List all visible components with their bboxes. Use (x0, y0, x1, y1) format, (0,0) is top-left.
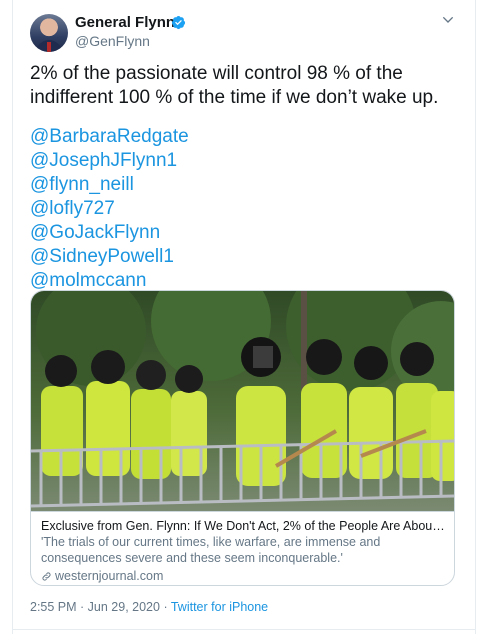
card-image[interactable] (31, 291, 455, 511)
meta-separator: · (159, 600, 171, 614)
mention-link[interactable]: @BarbaraRedgate (30, 125, 330, 149)
mention-link[interactable]: @flynn_neill (30, 173, 330, 197)
meta-separator: · (76, 600, 88, 614)
user-handle[interactable]: @GenFlynn (75, 33, 150, 49)
mention-link[interactable]: @lofly727 (30, 197, 330, 221)
tweet-text: 2% of the passionate will control 98 % o… (30, 63, 439, 108)
display-name[interactable]: General Flynn (75, 14, 175, 31)
card-domain[interactable]: westernjournal.com (41, 568, 446, 584)
mention-list: @BarbaraRedgate @JosephJFlynn1 @flynn_ne… (30, 125, 330, 293)
card-description: 'The trials of our current times, like w… (41, 535, 381, 565)
mention-link[interactable]: @SidneyPowell1 (30, 245, 330, 269)
mention-link[interactable]: @JosephJFlynn1 (30, 149, 330, 173)
card-domain-text[interactable]: westernjournal.com (55, 568, 163, 584)
mention-link[interactable]: @GoJackFlynn (30, 221, 330, 245)
tweet-source[interactable]: Twitter for iPhone (171, 600, 268, 614)
avatar-tie (47, 42, 51, 52)
link-icon (42, 571, 51, 581)
tweet-meta: 2:55 PM · Jun 29, 2020 · Twitter for iPh… (30, 600, 268, 614)
caret-down-icon[interactable] (440, 12, 456, 28)
verified-badge-icon (171, 15, 186, 30)
tweet-date[interactable]: Jun 29, 2020 (88, 600, 160, 614)
card-title[interactable]: Exclusive from Gen. Flynn: If We Don't A… (41, 518, 446, 534)
tweet-time[interactable]: 2:55 PM (30, 600, 77, 614)
bottom-divider (12, 629, 476, 630)
link-card[interactable]: Exclusive from Gen. Flynn: If We Don't A… (30, 290, 455, 586)
avatar[interactable] (30, 14, 68, 52)
card-body[interactable]: Exclusive from Gen. Flynn: If We Don't A… (31, 511, 454, 585)
